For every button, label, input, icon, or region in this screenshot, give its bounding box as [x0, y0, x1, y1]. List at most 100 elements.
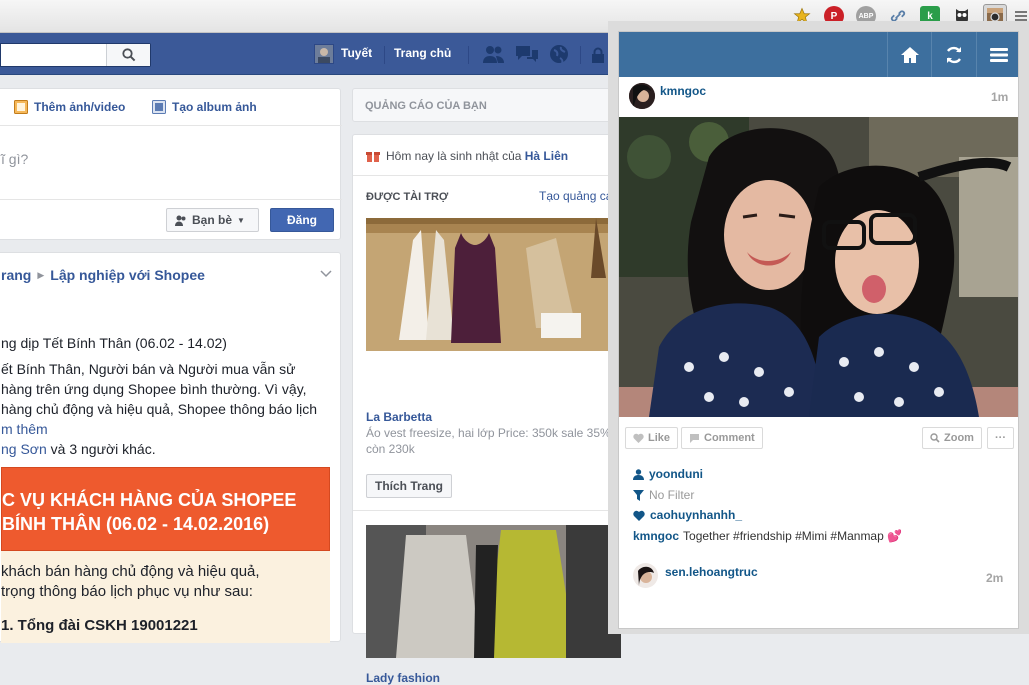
ad-description: Áo vest freesize, hai lớp Price: 350k sa…	[366, 426, 611, 440]
sponsored-title: ĐƯỢC TÀI TRỢ	[366, 191, 449, 203]
notice-line: khách bán hàng chủ động và hiệu quả,	[1, 563, 260, 580]
like-button[interactable]: Like	[625, 427, 679, 449]
ad-description: còn 230k	[366, 442, 415, 456]
ad-title[interactable]: Lady fashion	[366, 671, 440, 685]
filter-label: No Filter	[649, 488, 695, 502]
shopee-notice: khách bán hàng chủ động và hiệu quả, trọ…	[1, 551, 330, 643]
birthday-name-link[interactable]: Hà Liên	[525, 149, 568, 163]
ad-title[interactable]: La Barbetta	[366, 410, 432, 424]
post-text: ng dịp Tết Bính Thân (06.02 - 14.02) ết …	[1, 335, 342, 457]
post-time: 1m	[991, 90, 1009, 104]
heart-icon	[633, 433, 644, 443]
comment-icon	[690, 434, 699, 443]
composer-tabs: Thêm ảnh/video Tạo album ảnh	[0, 89, 342, 126]
next-post-username-link[interactable]: sen.lehoangtruc	[665, 565, 758, 579]
avatar[interactable]	[629, 83, 655, 109]
caption-row: kmngoc Together #friendship #Mimi #Manma…	[633, 529, 902, 543]
post-button[interactable]: Đăng	[270, 208, 334, 232]
nav-divider	[580, 46, 581, 64]
chevron-down-icon: ▼	[237, 215, 245, 225]
home-link[interactable]: Trang chủ	[394, 46, 451, 60]
birthday-text: Hôm nay là sinh nhật của	[386, 149, 525, 163]
album-icon	[152, 100, 166, 114]
search-icon	[121, 48, 135, 62]
home-button[interactable]	[887, 32, 931, 77]
shopee-banner[interactable]: C VỤ KHÁCH HÀNG CỦA SHOPEE BÍNH THÂN (06…	[1, 467, 330, 551]
home-icon	[900, 46, 919, 63]
clothing-ad-photo	[366, 218, 621, 351]
fashion-ad-photo	[366, 525, 621, 658]
breadcrumb: rang ▶ Lập nghiệp với Shopee	[1, 267, 205, 283]
likes-name-link[interactable]: ng Sơn	[1, 441, 47, 457]
add-photo-button[interactable]: Thêm ảnh/video	[14, 100, 125, 114]
ad-image[interactable]	[366, 525, 621, 658]
friends-selfie-photo	[619, 117, 1018, 417]
menu-button[interactable]	[976, 32, 1018, 77]
comment-label: Comment	[704, 432, 755, 444]
post-line: ết Bính Thân, Người bán và Người mua vẫn…	[1, 361, 296, 377]
filter-row: No Filter	[633, 488, 694, 502]
instagram-popup: kmngoc 1m Like Comment Zoom ··· yoonduni…	[608, 21, 1029, 634]
search-button[interactable]	[106, 44, 150, 66]
section-divider	[353, 175, 623, 176]
create-album-label: Tạo album ảnh	[172, 100, 257, 114]
post-photo[interactable]	[619, 117, 1018, 417]
comment-button[interactable]: Comment	[681, 427, 763, 449]
breadcrumb-page-link[interactable]: Lập nghiệp với Shopee	[50, 267, 205, 283]
feed-post: rang ▶ Lập nghiệp với Shopee ng dịp Tết …	[0, 252, 342, 643]
tagged-user-link[interactable]: yoonduni	[649, 467, 703, 481]
profile-link[interactable]: Tuyết	[341, 46, 372, 60]
post-username-link[interactable]: kmngoc	[660, 84, 706, 98]
notice-line: trọng thông báo lịch phục vụ như sau:	[1, 583, 253, 600]
photo-icon	[14, 100, 28, 114]
friends-small-icon	[175, 215, 186, 226]
lock-icon[interactable]	[591, 47, 605, 66]
audience-label: Bạn bè	[192, 213, 233, 227]
right-sidebar: QUẢNG CÁO CỦA BẠN Hôm nay là sinh nhật c…	[352, 88, 623, 685]
like-page-button[interactable]: Thích Trang	[366, 474, 453, 498]
avatar[interactable]	[314, 44, 334, 64]
instagram-feed: kmngoc 1m Like Comment Zoom ··· yoonduni…	[618, 31, 1019, 629]
tagged-user-row: yoonduni	[633, 467, 703, 481]
create-album-button[interactable]: Tạo album ảnh	[152, 100, 257, 114]
refresh-icon	[946, 46, 961, 63]
section-divider	[353, 510, 623, 511]
caption-user-link[interactable]: kmngoc	[633, 529, 679, 543]
refresh-button[interactable]	[931, 32, 975, 77]
avatar[interactable]	[633, 563, 658, 588]
post-options-chevron-icon[interactable]	[320, 267, 332, 281]
your-ads-box: QUẢNG CÁO CỦA BẠN	[352, 88, 622, 122]
caption-text: Together #friendship #Mimi #Manmap 💕	[683, 529, 903, 543]
breadcrumb-arrow-icon: ▶	[37, 269, 45, 280]
popup-header	[619, 32, 1018, 77]
post-composer: Thêm ảnh/video Tạo album ảnh ĩ gì? Bạn b…	[0, 88, 342, 240]
liked-by-link[interactable]: caohuynhanhh_	[650, 508, 742, 522]
more-options-button[interactable]: ···	[987, 427, 1014, 449]
banner-line: BÍNH THÂN (06.02 - 14.02.2016)	[2, 514, 270, 534]
filter-icon	[633, 489, 644, 501]
banner-line: C VỤ KHÁCH HÀNG CỦA SHOPEE	[2, 490, 297, 510]
friends-icon[interactable]	[482, 44, 506, 67]
breadcrumb-group-link[interactable]: rang	[1, 267, 31, 283]
like-label: Like	[648, 432, 671, 444]
menu-icon	[989, 47, 1008, 62]
zoom-button[interactable]: Zoom	[922, 427, 982, 449]
gift-icon	[366, 152, 380, 162]
nav-divider	[468, 46, 469, 64]
composer-divider	[0, 199, 342, 200]
search-input[interactable]	[0, 43, 151, 67]
zoom-label: Zoom	[944, 432, 974, 444]
likes-summary: ng Sơn và 3 người khác.	[1, 441, 156, 457]
ad-image[interactable]	[366, 218, 621, 351]
composer-prompt[interactable]: ĩ gì?	[1, 151, 28, 167]
user-icon	[633, 468, 644, 480]
post-line: hàng trên ứng dụng Shopee bình thường. V…	[1, 381, 307, 397]
birthday-reminder[interactable]: Hôm nay là sinh nhật của Hà Liên	[366, 149, 568, 163]
ads-panel: Hôm nay là sinh nhật của Hà Liên ĐƯỢC TÀ…	[352, 134, 623, 685]
audience-selector[interactable]: Bạn bè ▼	[166, 208, 259, 232]
messages-icon[interactable]	[515, 44, 539, 67]
see-more-link[interactable]: m thêm	[1, 421, 48, 437]
liked-by-row: caohuynhanhh_	[633, 508, 742, 522]
globe-icon[interactable]	[549, 44, 569, 67]
post-actions: Like Comment Zoom ···	[625, 427, 1015, 449]
